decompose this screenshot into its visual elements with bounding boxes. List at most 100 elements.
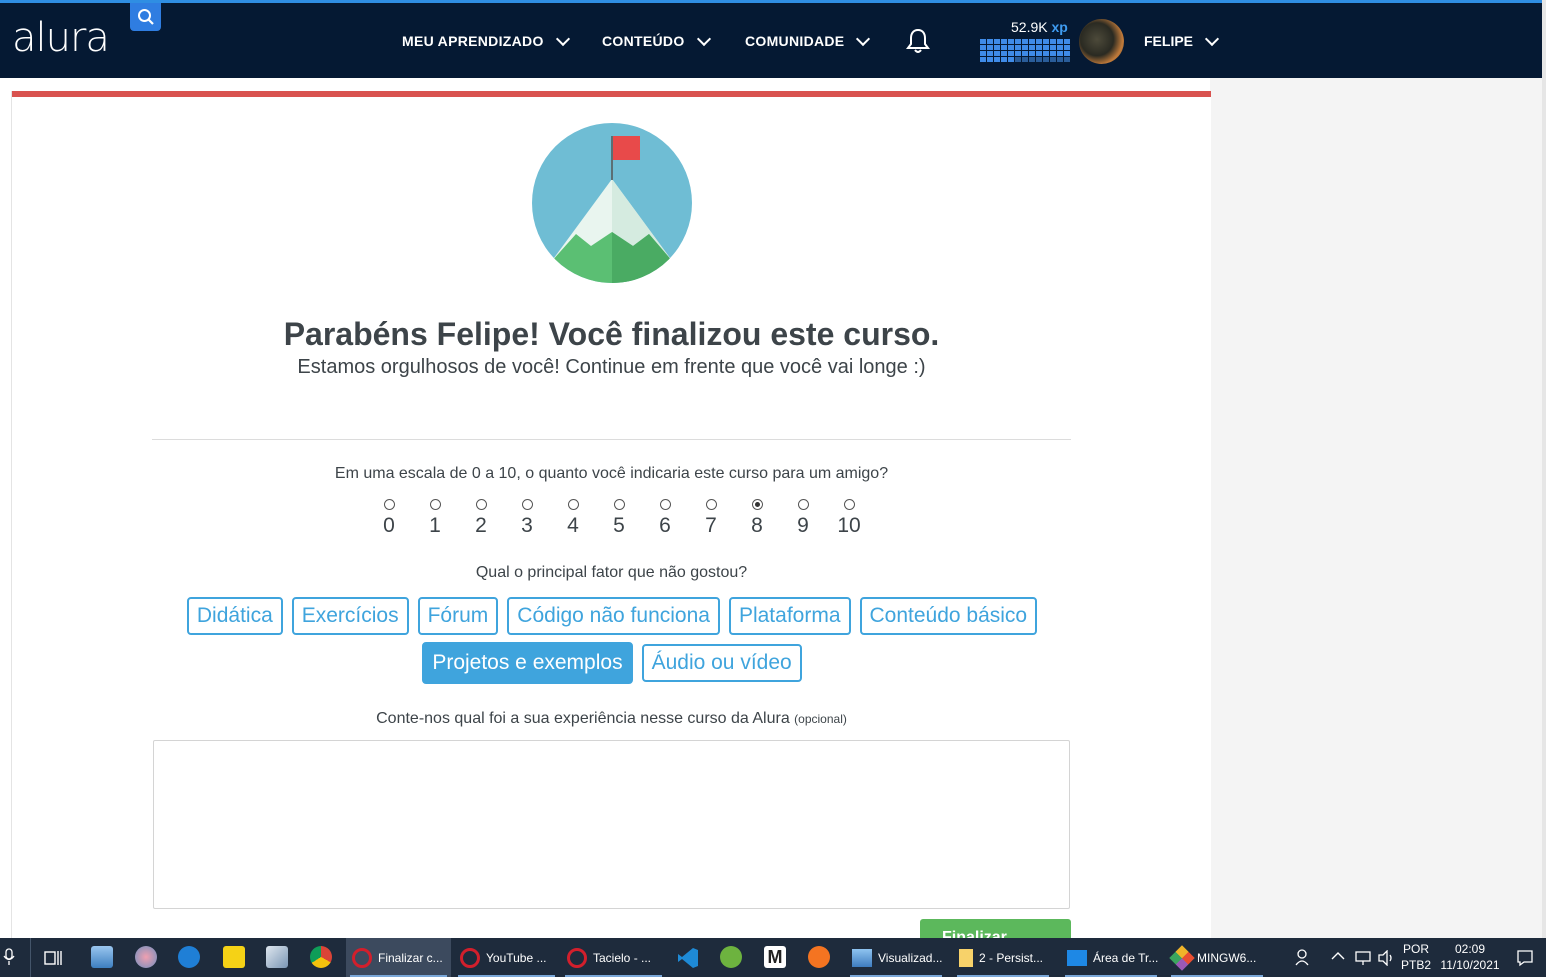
taskbar-app-opera-tacielo[interactable]: Tacielo - ... bbox=[561, 938, 666, 977]
nps-option-3[interactable]: 3 bbox=[504, 499, 550, 538]
clock-time: 02:09 bbox=[1454, 942, 1486, 956]
nav-comunidade[interactable]: COMUNIDADE bbox=[745, 31, 871, 49]
action-center-icon[interactable] bbox=[1516, 949, 1534, 967]
factor-chip[interactable]: Áudio ou vídeo bbox=[641, 644, 802, 682]
microphone-icon[interactable] bbox=[3, 948, 15, 966]
nps-option-7[interactable]: 7 bbox=[688, 499, 734, 538]
radio-button[interactable] bbox=[751, 499, 763, 510]
factor-chip[interactable]: Exercícios bbox=[291, 597, 409, 635]
xp-cell bbox=[1008, 45, 1014, 50]
nps-option-label: 5 bbox=[613, 514, 625, 537]
xp-cell bbox=[1043, 45, 1049, 50]
paint-app-icon[interactable] bbox=[135, 946, 157, 968]
card-top-bar bbox=[12, 91, 1211, 97]
nav-label: COMUNIDADE bbox=[745, 33, 845, 49]
nps-option-10[interactable]: 10 bbox=[826, 499, 872, 538]
m-app-icon[interactable]: M bbox=[764, 946, 786, 968]
right-sidebar-area bbox=[1210, 78, 1542, 938]
nps-option-1[interactable]: 1 bbox=[412, 499, 458, 538]
search-icon bbox=[137, 9, 154, 25]
xp-cell bbox=[994, 39, 1000, 44]
opera-icon bbox=[352, 947, 372, 968]
chrome-icon[interactable] bbox=[310, 946, 332, 968]
taskbar-app-folder[interactable]: 2 - Persist... bbox=[953, 938, 1053, 977]
factor-chip[interactable]: Fórum bbox=[417, 597, 499, 635]
nps-option-8[interactable]: 8 bbox=[734, 499, 780, 538]
factor-chip[interactable]: Código não funciona bbox=[507, 597, 720, 635]
taskbar-app-opera-finalizar[interactable]: Finalizar c... bbox=[346, 938, 451, 977]
taskbar-app-visualizador[interactable]: Visualizad... bbox=[846, 938, 946, 977]
nps-option-0[interactable]: 0 bbox=[366, 499, 412, 538]
xp-cell bbox=[994, 57, 1000, 62]
page-subtitle: Estamos orgulhosos de você! Continue em … bbox=[297, 356, 926, 378]
xp-cell bbox=[994, 51, 1000, 56]
factor-chip[interactable]: Conteúdo básico bbox=[859, 597, 1038, 635]
notepad-icon[interactable] bbox=[266, 946, 288, 968]
radio-button[interactable] bbox=[567, 499, 579, 510]
taskbar-app-opera-youtube[interactable]: YouTube ... bbox=[454, 938, 559, 977]
search-button[interactable] bbox=[130, 3, 161, 31]
postman-icon[interactable] bbox=[808, 946, 830, 968]
nps-option-2[interactable]: 2 bbox=[458, 499, 504, 538]
scrollbar[interactable] bbox=[1542, 0, 1546, 938]
radio-button[interactable] bbox=[613, 499, 625, 510]
nps-option-9[interactable]: 9 bbox=[780, 499, 826, 538]
nps-option-label: 0 bbox=[383, 514, 395, 537]
taskbar-app-label: YouTube ... bbox=[486, 950, 547, 965]
navbar: alura MEU APRENDIZADO CONTEÚDO COMUNIDAD… bbox=[0, 3, 1542, 78]
laptop-app-icon[interactable] bbox=[91, 946, 113, 968]
chevron-up-icon[interactable] bbox=[1331, 951, 1345, 961]
xp-cell bbox=[1015, 51, 1021, 56]
sticky-notes-icon[interactable] bbox=[223, 946, 245, 968]
taskbar-app-remote-desktop[interactable]: Área de Tr... bbox=[1061, 938, 1161, 977]
xp-cell bbox=[1064, 39, 1070, 44]
xp-progress-grid bbox=[980, 39, 1070, 62]
mountain-flag-icon bbox=[532, 123, 692, 283]
experience-textarea[interactable] bbox=[153, 740, 1070, 909]
windows-taskbar: Finalizar c... YouTube ... Tacielo - ...… bbox=[0, 938, 1546, 977]
people-icon[interactable] bbox=[1294, 948, 1312, 966]
clock[interactable]: 02:09 11/10/2021 bbox=[1437, 941, 1503, 973]
taskbar-app-label: Área de Tr... bbox=[1093, 950, 1159, 965]
nps-option-4[interactable]: 4 bbox=[550, 499, 596, 538]
notifications-button[interactable] bbox=[905, 27, 931, 60]
nps-option-5[interactable]: 5 bbox=[596, 499, 642, 538]
xp-counter[interactable]: 52.9K xp bbox=[1011, 19, 1068, 35]
xp-cell bbox=[1022, 39, 1028, 44]
language-code: POR bbox=[1402, 942, 1429, 956]
xp-cell bbox=[1022, 57, 1028, 62]
factor-chip[interactable]: Didática bbox=[186, 597, 283, 635]
user-menu[interactable]: FELIPE bbox=[1144, 31, 1220, 49]
xp-cell bbox=[980, 39, 986, 44]
radio-button[interactable] bbox=[521, 499, 533, 510]
radio-button[interactable] bbox=[843, 499, 855, 510]
radio-button[interactable] bbox=[705, 499, 717, 510]
language-indicator[interactable]: POR PTB2 bbox=[1400, 941, 1432, 973]
xp-cell bbox=[1029, 45, 1035, 50]
nav-conteudo[interactable]: CONTEÚDO bbox=[602, 31, 711, 49]
radio-button[interactable] bbox=[383, 499, 395, 510]
factor-chip[interactable]: Projetos e exemplos bbox=[422, 642, 633, 684]
radio-button[interactable] bbox=[797, 499, 809, 510]
radio-button[interactable] bbox=[659, 499, 671, 510]
radio-button[interactable] bbox=[429, 499, 441, 510]
xp-cell bbox=[980, 45, 986, 50]
avatar[interactable] bbox=[1079, 19, 1124, 64]
nav-meu-aprendizado[interactable]: MEU APRENDIZADO bbox=[402, 31, 570, 49]
alura-logo[interactable]: alura bbox=[12, 15, 110, 61]
vscode-icon[interactable] bbox=[676, 946, 700, 970]
xp-cell bbox=[1057, 51, 1063, 56]
nps-option-6[interactable]: 6 bbox=[642, 499, 688, 538]
nps-option-label: 6 bbox=[659, 514, 671, 537]
nps-scale: 0 1 2 3 4 5 6 7 8 9 10 bbox=[366, 499, 872, 538]
radio-button[interactable] bbox=[475, 499, 487, 510]
spring-tool-suite-icon[interactable] bbox=[720, 946, 742, 968]
factor-chip[interactable]: Plataforma bbox=[728, 597, 851, 635]
taskbar-app-mingw[interactable]: MINGW6... bbox=[1167, 938, 1267, 977]
edge-browser-icon[interactable] bbox=[178, 946, 200, 968]
speaker-icon[interactable] bbox=[1377, 950, 1395, 966]
network-icon[interactable] bbox=[1354, 950, 1372, 966]
chevron-down-icon bbox=[696, 31, 711, 46]
task-view-icon[interactable] bbox=[44, 949, 64, 967]
opera-icon bbox=[460, 947, 480, 968]
